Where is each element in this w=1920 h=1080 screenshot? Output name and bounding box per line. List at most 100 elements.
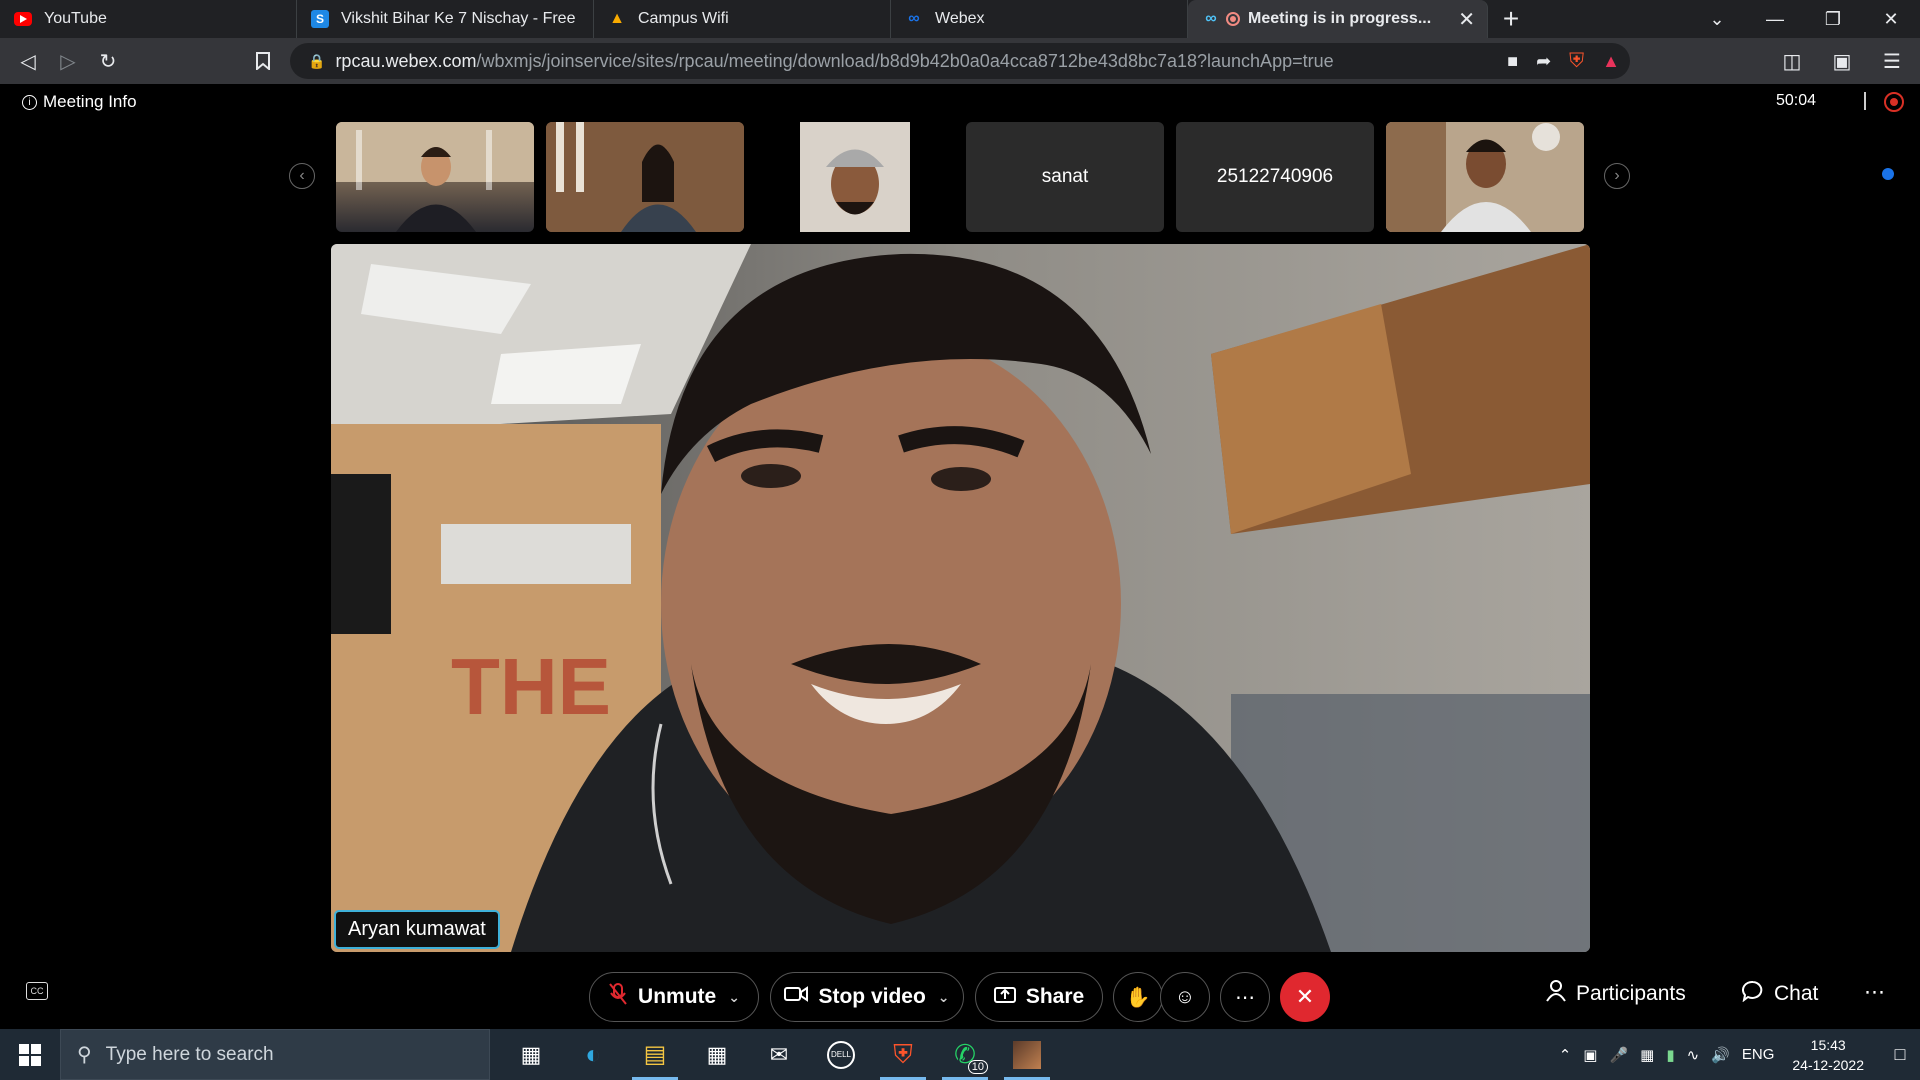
whatsapp-icon[interactable]: ✆ 10 bbox=[934, 1029, 996, 1080]
language-indicator[interactable]: ENG bbox=[1742, 1046, 1775, 1063]
participant-name-tile[interactable]: 25122740906 bbox=[1176, 122, 1374, 232]
share-button[interactable]: Share bbox=[975, 972, 1103, 1022]
brave-rewards-icon[interactable]: ▲ bbox=[1602, 51, 1620, 72]
chevron-left-icon[interactable]: ‹ bbox=[289, 163, 315, 189]
meeting-info-button[interactable]: i Meeting Info bbox=[22, 92, 137, 112]
address-bar[interactable]: 🔒 rpcau.webex.com /wbxmjs/joinservice/si… bbox=[290, 43, 1630, 79]
more-options-button[interactable]: ⋯ bbox=[1220, 972, 1270, 1022]
back-icon[interactable]: ◁ bbox=[8, 41, 48, 81]
taskbar-search-box[interactable]: ⚲ Type here to search bbox=[60, 1029, 490, 1080]
unmute-button[interactable]: Unmute ⌄ bbox=[589, 972, 759, 1022]
campus-icon: ▲ bbox=[609, 10, 625, 27]
browser-tab-strip: YouTube S Vikshit Bihar Ke 7 Nischay - F… bbox=[0, 0, 1920, 38]
tab-meeting-in-progress[interactable]: ∞ Meeting is in progress... ✕ bbox=[1188, 0, 1488, 38]
participant-video-tile[interactable] bbox=[336, 122, 534, 232]
share-icon[interactable]: ➦ bbox=[1536, 51, 1551, 72]
restore-icon[interactable]: ❐ bbox=[1804, 0, 1862, 38]
tab-webex[interactable]: ∞ Webex bbox=[891, 0, 1188, 38]
tab-title: Vikshit Bihar Ke 7 Nischay - Free Wifi N bbox=[341, 10, 579, 27]
windows-start-icon[interactable] bbox=[0, 1029, 60, 1080]
tab-youtube[interactable]: YouTube bbox=[0, 0, 297, 38]
browser-toolbar: ◁ ▷ ↻ 🔒 rpcau.webex.com /wbxmjs/joinserv… bbox=[0, 38, 1920, 84]
s-logo-icon: S bbox=[311, 10, 329, 28]
webex-icon: ∞ bbox=[908, 10, 920, 27]
stop-video-button[interactable]: Stop video ⌄ bbox=[770, 972, 964, 1022]
camera-in-use-icon[interactable]: ▣ bbox=[1583, 1046, 1597, 1064]
chevron-right-icon[interactable]: › bbox=[1604, 163, 1630, 189]
notification-dot bbox=[1882, 168, 1894, 180]
microsoft-store-icon[interactable]: ▦ bbox=[686, 1029, 748, 1080]
active-speaker-video[interactable]: THE bbox=[331, 244, 1590, 952]
participant-video bbox=[546, 122, 744, 232]
wifi-icon[interactable]: ∿ bbox=[1687, 1046, 1700, 1064]
participant-video-tile[interactable] bbox=[756, 122, 954, 232]
close-window-icon[interactable]: ✕ bbox=[1862, 0, 1920, 38]
close-icon: ✕ bbox=[1295, 984, 1315, 1009]
reload-icon[interactable]: ↻ bbox=[88, 41, 128, 81]
raise-hand-button[interactable]: ✋ bbox=[1113, 972, 1163, 1022]
speaker-video-frame: THE bbox=[331, 244, 1590, 952]
tab-title: Webex bbox=[935, 10, 985, 27]
forward-icon[interactable]: ▷ bbox=[48, 41, 88, 81]
battery-icon[interactable]: ▮ bbox=[1666, 1046, 1674, 1064]
tab-vikshit-bihar[interactable]: S Vikshit Bihar Ke 7 Nischay - Free Wifi… bbox=[297, 0, 594, 38]
more-panels-button[interactable]: ⋯ bbox=[1864, 980, 1885, 1005]
mail-icon[interactable]: ✉ bbox=[748, 1029, 810, 1080]
window-controls: ⌄ — ❐ ✕ bbox=[1688, 0, 1920, 38]
participants-button[interactable]: Participants bbox=[1546, 980, 1686, 1008]
tab-campus-wifi[interactable]: ▲ Campus Wifi bbox=[594, 0, 891, 38]
camera-icon[interactable]: ■ bbox=[1507, 51, 1518, 72]
microphone-icon[interactable]: 🎤 bbox=[1609, 1046, 1628, 1064]
meeting-timer: 50:04 bbox=[1775, 92, 1816, 109]
youtube-icon bbox=[14, 12, 32, 26]
meet-now-icon[interactable]: ▦ bbox=[1640, 1046, 1654, 1064]
chat-bubble-icon bbox=[1742, 980, 1764, 1008]
recording-indicator-icon[interactable] bbox=[1884, 92, 1904, 112]
participant-name: sanat bbox=[1041, 166, 1089, 187]
minimize-icon[interactable]: — bbox=[1746, 0, 1804, 38]
video-camera-icon bbox=[784, 985, 809, 1009]
chevron-up-icon[interactable]: ⌃ bbox=[1559, 1046, 1572, 1064]
brave-shield-icon[interactable]: ⛨ bbox=[1569, 50, 1584, 73]
chevron-down-icon[interactable]: ⌄ bbox=[938, 989, 950, 1006]
sidebar-icon[interactable]: ◫ bbox=[1772, 41, 1812, 81]
wallet-icon[interactable]: ▣ bbox=[1822, 41, 1862, 81]
clock[interactable]: 15:43 24-12-2022 bbox=[1792, 1035, 1864, 1075]
participant-name: 25122740906 bbox=[1216, 166, 1334, 187]
brave-browser-icon[interactable]: ⛨ bbox=[872, 1029, 934, 1080]
stop-video-label: Stop video bbox=[818, 985, 926, 1008]
meeting-info-label: Meeting Info bbox=[43, 92, 137, 111]
more-dots-icon: ⋯ bbox=[1864, 981, 1885, 1004]
close-tab-icon[interactable]: ✕ bbox=[1458, 7, 1475, 32]
file-explorer-icon[interactable]: ▤ bbox=[624, 1029, 686, 1080]
menu-icon[interactable]: ☰ bbox=[1872, 41, 1912, 81]
search-icon: ⚲ bbox=[77, 1044, 92, 1066]
tab-title: Campus Wifi bbox=[638, 10, 729, 27]
bookmark-icon[interactable] bbox=[243, 41, 283, 81]
url-path: /wbxmjs/joinservice/sites/rpcau/meeting/… bbox=[476, 50, 1334, 71]
chevron-down-icon[interactable]: ⌄ bbox=[728, 989, 740, 1006]
volume-icon[interactable]: 🔊 bbox=[1711, 1046, 1730, 1064]
share-label: Share bbox=[1025, 985, 1085, 1008]
reactions-button[interactable]: ☺ bbox=[1160, 972, 1210, 1022]
leave-meeting-button[interactable]: ✕ bbox=[1280, 972, 1330, 1022]
edge-icon[interactable]: ◐ bbox=[562, 1029, 624, 1080]
participant-filmstrip: sanat 25122740906 bbox=[336, 122, 1584, 232]
task-view-icon[interactable]: ▦ bbox=[500, 1029, 562, 1080]
participant-video-tile[interactable] bbox=[1386, 122, 1584, 232]
search-placeholder: Type here to search bbox=[105, 1043, 274, 1065]
participant-name-tile[interactable]: sanat bbox=[966, 122, 1164, 232]
new-tab-button[interactable]: + bbox=[1488, 0, 1534, 38]
closed-captions-icon[interactable]: CC bbox=[26, 982, 48, 1000]
participant-video-tile[interactable] bbox=[546, 122, 744, 232]
photo-app-icon[interactable] bbox=[996, 1029, 1058, 1080]
more-dots-icon: ⋯ bbox=[1235, 986, 1255, 1009]
chat-button[interactable]: Chat bbox=[1742, 980, 1818, 1008]
url-host: rpcau.webex.com bbox=[335, 50, 477, 71]
dell-icon[interactable]: DELL bbox=[810, 1029, 872, 1080]
notification-center-icon[interactable]: □ bbox=[1880, 1029, 1920, 1080]
tab-search-icon[interactable]: ⌄ bbox=[1688, 0, 1746, 38]
taskbar-apps: ▦ ◐ ▤ ▦ ✉ DELL ⛨ ✆ 10 bbox=[500, 1029, 1058, 1080]
active-speaker-name-label: Aryan kumawat bbox=[334, 910, 500, 949]
clock-date: 24-12-2022 bbox=[1792, 1056, 1864, 1073]
